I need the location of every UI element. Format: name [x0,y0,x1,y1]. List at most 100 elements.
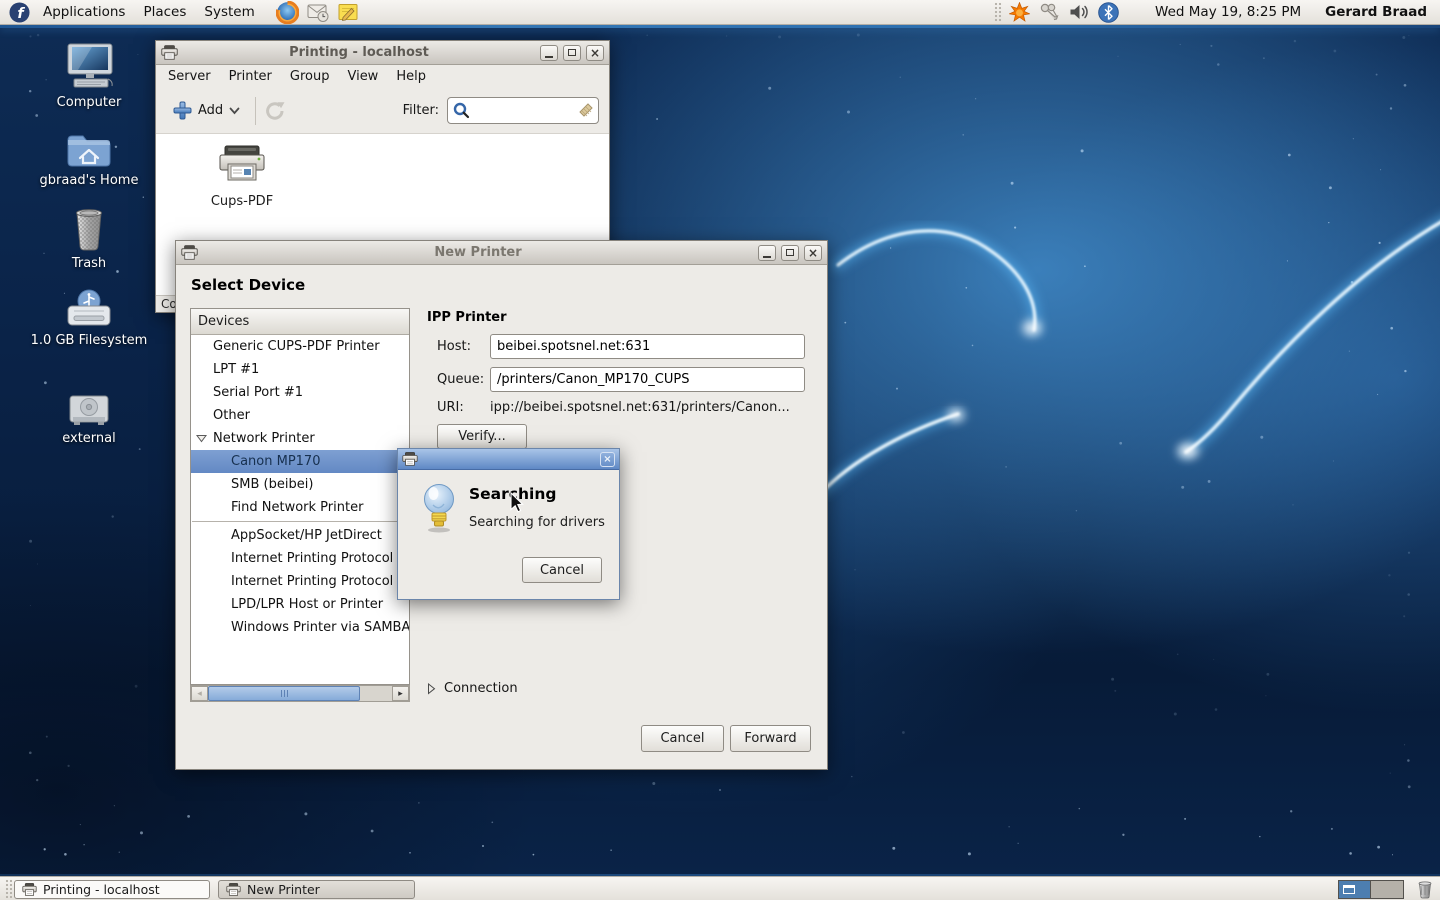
fedora-menu-logo[interactable]: f [5,0,34,25]
desktop-icon-filesystem[interactable]: 1.0 GB Filesystem [28,288,150,348]
device-row-find-network-printer[interactable]: Find Network Printer [191,496,409,519]
expander-open-icon[interactable] [196,434,207,443]
clear-filter-icon[interactable] [578,103,593,118]
device-row-ipp-2[interactable]: Internet Printing Protocol [191,570,409,593]
toolbar: Add Filter: [156,88,609,133]
device-row-lpd-lpr[interactable]: LPD/LPR Host or Printer [191,593,409,616]
searching-dialog-titlebar[interactable]: × [398,449,619,470]
new-printer-titlebar[interactable]: New Printer × [176,241,827,265]
desktop-icon-computer[interactable]: Computer [28,42,150,110]
close-button[interactable]: × [804,245,822,261]
searching-dialog: × Searching Searching for drivers Cancel [397,448,620,600]
scrollbar-thumb[interactable] [208,686,360,701]
trash-applet[interactable] [1416,879,1434,900]
ipp-section-title: IPP Printer [427,310,507,325]
device-row-smb-beibei[interactable]: SMB (beibei) [191,473,409,496]
minimize-button[interactable] [758,245,776,261]
maximize-button[interactable] [563,45,581,61]
device-row-appsocket[interactable]: AppSocket/HP JetDirect [191,524,409,547]
menu-applications[interactable]: Applications [34,0,134,25]
scrollbar-track[interactable] [208,686,392,701]
search-icon [453,102,470,119]
top-panel: f Applications Places System [0,0,1440,25]
printing-window-titlebar[interactable]: Printing - localhost × [156,41,609,65]
connection-expander[interactable]: Connection [427,681,518,696]
printer-icon [22,883,37,896]
workspace-1[interactable] [1338,880,1371,899]
queue-input[interactable] [490,367,805,392]
user-switcher[interactable]: Gerard Braad [1325,4,1427,20]
add-button[interactable]: Add [166,96,247,125]
close-button[interactable]: × [586,45,604,61]
notes-launcher[interactable] [333,0,363,25]
refresh-icon[interactable] [264,100,286,122]
device-row-canon-mp170[interactable]: Canon MP170 [191,450,409,473]
menu-help[interactable]: Help [387,67,435,86]
device-row-serial-port-1[interactable]: Serial Port #1 [191,381,409,404]
menu-printer[interactable]: Printer [220,67,281,86]
firefox-launcher[interactable] [272,0,303,25]
devices-column-header[interactable]: Devices [191,309,409,335]
desktop-icon-home[interactable]: gbraad's Home [28,128,150,188]
host-input[interactable] [490,334,805,359]
forward-button[interactable]: Forward [730,725,811,752]
cancel-button[interactable]: Cancel [641,725,724,752]
searching-cancel-button[interactable]: Cancel [522,557,602,583]
workspace-switcher [1338,880,1404,899]
updates-applet[interactable] [1005,0,1034,25]
printer-item-label: Cups-PDF [211,194,273,209]
fedora-logo-icon: f [9,2,30,23]
workspace-2[interactable] [1371,880,1404,899]
device-row-ipp-1[interactable]: Internet Printing Protocol [191,547,409,570]
firefox-icon [276,1,299,24]
menu-view[interactable]: View [338,67,387,86]
trash-icon [1416,879,1434,899]
maximize-button[interactable] [781,245,799,261]
computer-icon [61,42,117,92]
desktop-icon-external[interactable]: external [28,392,150,446]
volume-applet[interactable] [1064,0,1094,25]
add-button-label: Add [198,103,223,118]
bluetooth-icon [1098,2,1119,23]
device-row-other[interactable]: Other [191,404,409,427]
printer-item-cups-pdf[interactable]: Cups-PDF [196,144,288,209]
device-row-generic-cups-pdf[interactable]: Generic CUPS-PDF Printer [191,335,409,358]
mail-clock-icon [307,2,329,22]
menu-system[interactable]: System [195,0,263,25]
expander-closed-icon [427,683,436,695]
close-button[interactable]: × [600,452,615,467]
toolbar-separator [255,97,256,125]
mail-launcher[interactable] [303,0,333,25]
devices-horizontal-scrollbar[interactable]: ◂ ▸ [190,685,410,702]
desktop-icon-label: gbraad's Home [40,173,139,188]
menu-places[interactable]: Places [134,0,195,25]
desktop-icon-label: Computer [57,95,122,110]
page-title: Select Device [191,276,305,294]
scroll-left-button[interactable]: ◂ [191,686,208,701]
verify-button[interactable]: Verify... [437,424,527,449]
device-row-windows-samba[interactable]: Windows Printer via SAMBA [191,616,409,639]
clock-applet[interactable]: Wed May 19, 8:25 PM [1155,4,1301,20]
menu-server[interactable]: Server [159,67,220,86]
menubar: Server Printer Group View Help [156,65,609,88]
device-row-network-printer[interactable]: Network Printer [191,427,409,450]
panel-drag-handle[interactable] [5,879,14,898]
filter-search-box[interactable] [447,97,599,124]
panel-drag-handle[interactable] [994,2,1003,22]
searching-message: Searching for drivers [469,515,605,530]
devices-panel: Devices Generic CUPS-PDF Printer LPT #1 … [190,308,410,685]
desktop-icon-label: Trash [72,256,106,271]
device-row-lpt1[interactable]: LPT #1 [191,358,409,381]
filter-input[interactable] [474,102,574,119]
bluetooth-applet[interactable] [1094,0,1123,25]
desktop-icon-trash[interactable]: Trash [28,205,150,271]
taskbar-button-printing[interactable]: Printing - localhost [14,880,210,899]
printer-icon [161,45,178,60]
minimize-button[interactable] [540,45,558,61]
scroll-right-button[interactable]: ▸ [392,686,409,701]
menu-group[interactable]: Group [281,67,339,86]
mouse-cursor [510,492,524,513]
keyring-applet[interactable] [1034,0,1064,25]
taskbar-button-new-printer[interactable]: New Printer [218,880,415,899]
queue-label: Queue: [437,372,484,387]
